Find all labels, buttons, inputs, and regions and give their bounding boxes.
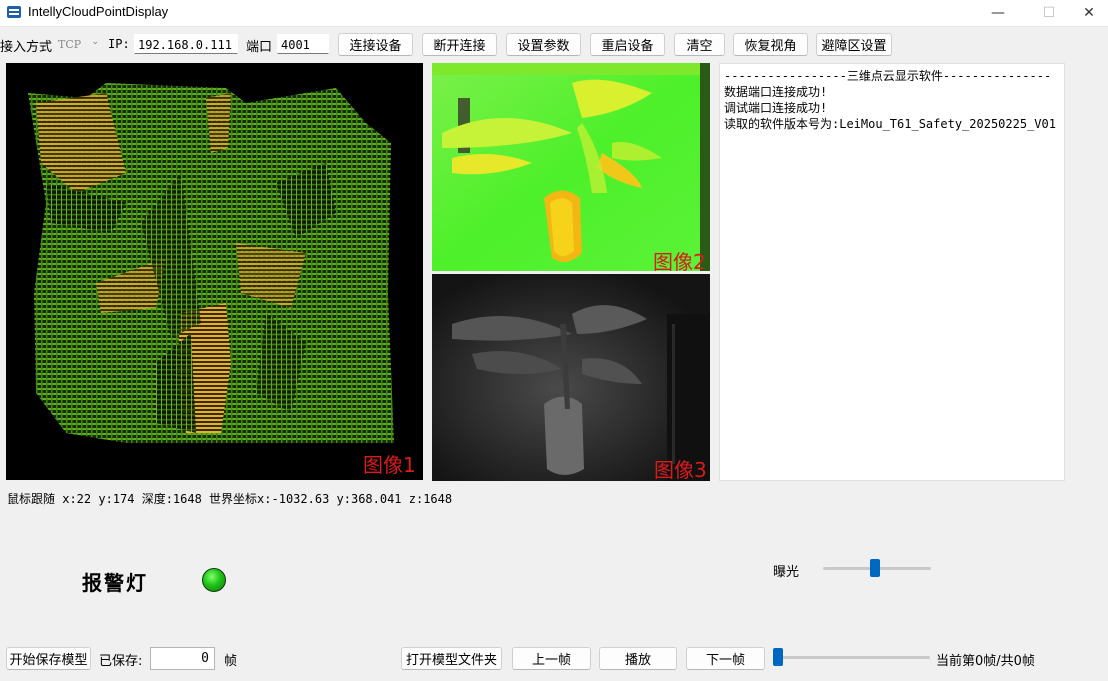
disconnect-button[interactable]: 断开连接: [422, 33, 497, 56]
alarm-label: 报警灯: [82, 571, 148, 595]
ip-label: IP:: [108, 37, 130, 51]
saved-count-value: 0: [201, 651, 209, 666]
log-output[interactable]: -----------------三维点云显示软件---------------…: [719, 63, 1065, 481]
log-line: -----------------三维点云显示软件---------------: [724, 69, 1052, 83]
log-line: 调试端口连接成功!: [724, 101, 828, 115]
depth-image: [432, 63, 710, 271]
log-line: 数据端口连接成功!: [724, 85, 828, 99]
window-title: IntellyCloudPointDisplay: [28, 4, 169, 19]
clear-button[interactable]: 清空: [674, 33, 725, 56]
ip-input[interactable]: 192.168.0.111: [134, 34, 238, 54]
frame-unit-label: 帧: [224, 654, 238, 669]
start-save-model-button[interactable]: 开始保存模型: [6, 647, 91, 670]
next-frame-button[interactable]: 下一帧: [686, 647, 765, 670]
image3-label: 图像3: [654, 458, 707, 481]
set-params-button[interactable]: 设置参数: [506, 33, 581, 56]
connect-button[interactable]: 连接设备: [338, 33, 413, 56]
open-model-folder-button[interactable]: 打开模型文件夹: [401, 647, 502, 670]
access-mode-select[interactable]: TCP ⌄: [55, 35, 101, 55]
log-line: 读取的软件版本号为:LeiMou_T61_Safety_20250225_V01: [724, 117, 1056, 131]
play-button[interactable]: 播放: [599, 647, 677, 670]
restart-device-button[interactable]: 重启设备: [590, 33, 665, 56]
point-cloud-image: [28, 83, 394, 443]
minimize-button[interactable]: —: [975, 0, 1021, 26]
avoid-zone-settings-button[interactable]: 避障区设置: [816, 33, 892, 56]
app-icon: [7, 6, 21, 18]
exposure-slider-thumb[interactable]: [870, 559, 881, 577]
port-input[interactable]: 4001: [277, 34, 329, 54]
reset-view-button[interactable]: 恢复视角: [733, 33, 808, 56]
access-mode-value: TCP: [58, 38, 82, 51]
alarm-light-icon: [202, 568, 226, 592]
frame-slider-track[interactable]: [773, 656, 930, 659]
grayscale-image-view[interactable]: 图像3: [432, 274, 710, 481]
saved-label: 已保存:: [99, 654, 143, 669]
image1-label: 图像1: [363, 453, 416, 477]
title-bar: IntellyCloudPointDisplay — ☐ ✕: [0, 0, 1108, 27]
port-label: 端口: [246, 40, 273, 55]
frame-status: 当前第0帧/共0帧: [936, 654, 1035, 669]
exposure-label: 曝光: [773, 565, 800, 580]
close-button[interactable]: ✕: [1070, 0, 1108, 26]
saved-count-spinbox[interactable]: 0: [150, 647, 215, 670]
access-mode-label: 接入方式: [0, 40, 53, 55]
frame-slider-thumb[interactable]: [773, 648, 783, 666]
point-cloud-view[interactable]: 图像1: [6, 63, 423, 480]
maximize-button[interactable]: ☐: [1026, 0, 1072, 26]
grayscale-image: [432, 274, 710, 481]
mouse-tracking-readout: 鼠标跟随 x:22 y:174 深度:1648 世界坐标x:-1032.63 y…: [7, 492, 453, 506]
chevron-down-icon: ⌄: [91, 37, 99, 47]
previous-frame-button[interactable]: 上一帧: [512, 647, 591, 670]
depth-image-view[interactable]: 图像2: [432, 63, 710, 271]
image2-label: 图像2: [653, 250, 706, 271]
